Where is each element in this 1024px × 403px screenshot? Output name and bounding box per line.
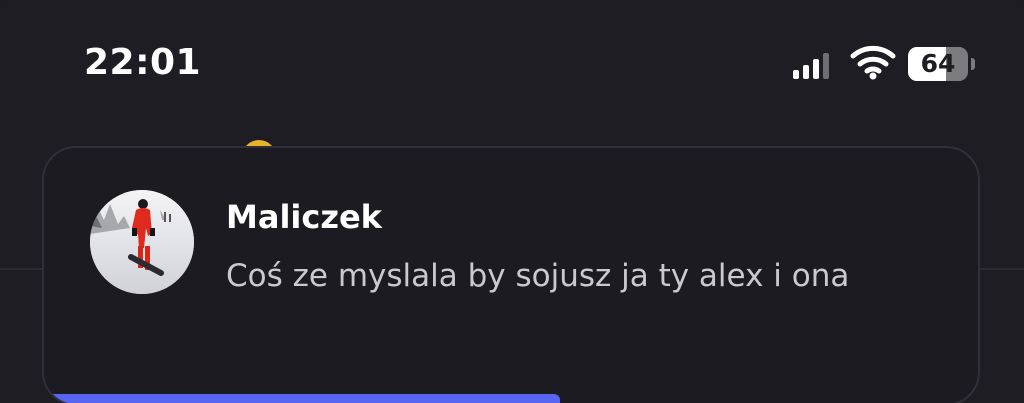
notification-message: Coś ze myslala by sojusz ja ty alex i on… bbox=[226, 258, 850, 294]
cellular-signal-icon bbox=[793, 53, 829, 79]
notification-progress-bar bbox=[44, 394, 560, 403]
battery-body: 64 bbox=[908, 47, 968, 81]
battery-cap bbox=[971, 58, 975, 70]
wifi-icon bbox=[850, 45, 896, 80]
notification-sender: Maliczek bbox=[226, 198, 382, 236]
battery-icon: 64 bbox=[908, 47, 976, 83]
battery-level: 64 bbox=[920, 49, 956, 78]
phone-screen: 22:01 64 Maliczek Coś ze myslala by soju… bbox=[0, 0, 1024, 403]
status-bar: 22:01 64 bbox=[0, 0, 1024, 120]
notification-banner[interactable]: Maliczek Coś ze myslala by sojusz ja ty … bbox=[42, 146, 980, 403]
snowboarder-photo bbox=[90, 190, 194, 294]
status-time: 22:01 bbox=[84, 42, 202, 83]
sender-avatar bbox=[90, 190, 194, 294]
